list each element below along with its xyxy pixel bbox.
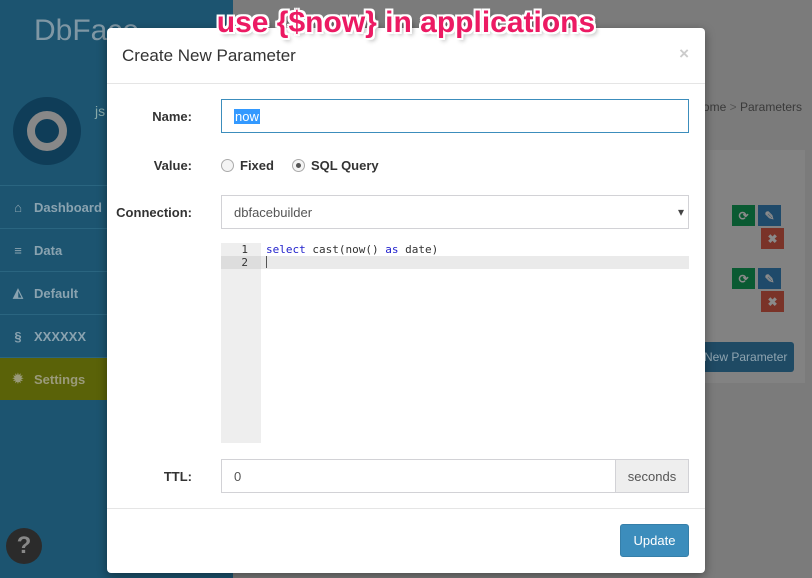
row-actions: ⟳ ✎ — [732, 268, 781, 289]
create-parameter-modal: Create New Parameter × Name: now Value: … — [107, 28, 705, 573]
edit-button[interactable]: ✎ — [758, 268, 781, 289]
annotation-banner: use {$now} in applications — [216, 6, 596, 39]
help-icon[interactable]: ? — [6, 528, 42, 564]
row-actions: ✖ — [761, 291, 784, 312]
ttl-unit: seconds — [615, 459, 689, 493]
radio-fixed-label: Fixed — [240, 158, 274, 173]
edit-button[interactable]: ✎ — [758, 205, 781, 226]
code-line — [261, 256, 689, 269]
sidebar-item-label: Settings — [34, 371, 86, 387]
value-label: Value: — [153, 158, 192, 173]
sidebar-item-label: Data — [34, 242, 63, 258]
name-value: now — [234, 108, 260, 124]
delete-button[interactable]: ✖ — [761, 228, 784, 249]
row-actions: ✖ — [761, 228, 784, 249]
modal-footer-divider — [107, 508, 705, 509]
close-icon[interactable]: × — [679, 44, 689, 64]
delete-button[interactable]: ✖ — [761, 291, 784, 312]
avatar — [13, 97, 81, 165]
sidebar-item-label: Dashboard — [34, 199, 102, 215]
connection-label: Connection: — [116, 205, 192, 220]
area-chart-icon: ◭ — [13, 285, 23, 300]
breadcrumb-home[interactable]: ome — [703, 100, 726, 114]
chevron-down-icon: ▾ — [677, 205, 684, 219]
unlink-icon: § — [14, 328, 22, 344]
breadcrumb-current: Parameters — [739, 100, 802, 114]
breadcrumb-separator: > — [729, 100, 737, 114]
ttl-label: TTL: — [163, 469, 192, 484]
radio-sql-query[interactable] — [291, 159, 305, 172]
breadcrumb: ome > Parameters — [703, 100, 802, 114]
radio-sql-query-label: SQL Query — [310, 158, 379, 173]
home-icon: ⌂ — [14, 199, 22, 215]
refresh-button[interactable]: ⟳ — [732, 205, 755, 226]
gear-icon: ✹ — [12, 371, 24, 386]
name-input[interactable]: now — [221, 99, 689, 133]
new-parameter-button[interactable]: New Parameter — [690, 342, 794, 372]
user-name: js — [95, 103, 106, 119]
refresh-button[interactable]: ⟳ — [732, 268, 755, 289]
name-label: Name: — [152, 109, 192, 124]
connection-select[interactable]: dbfacebuilder ▾ — [221, 195, 689, 229]
line-number: 1 — [241, 243, 248, 256]
update-button[interactable]: Update — [620, 524, 689, 557]
sidebar-item-label: XXXXXX — [34, 328, 87, 344]
ttl-value: 0 — [234, 468, 242, 484]
sidebar-item-label: Default — [34, 285, 79, 301]
database-icon: ≡ — [14, 242, 22, 258]
code-line: select cast(now() as date) — [266, 243, 439, 256]
connection-value: dbfacebuilder — [234, 204, 313, 220]
ttl-input[interactable]: 0 — [221, 459, 616, 493]
row-actions: ⟳ ✎ — [732, 205, 781, 226]
line-gutter: 1 2 — [221, 243, 261, 443]
line-number: 2 — [221, 256, 261, 269]
value-radio-group: Fixed SQL Query — [221, 158, 379, 173]
sql-editor[interactable]: 1 2 select cast(now() as date) — [221, 243, 689, 443]
code-area: select cast(now() as date) — [261, 243, 689, 269]
radio-fixed[interactable] — [221, 159, 234, 172]
